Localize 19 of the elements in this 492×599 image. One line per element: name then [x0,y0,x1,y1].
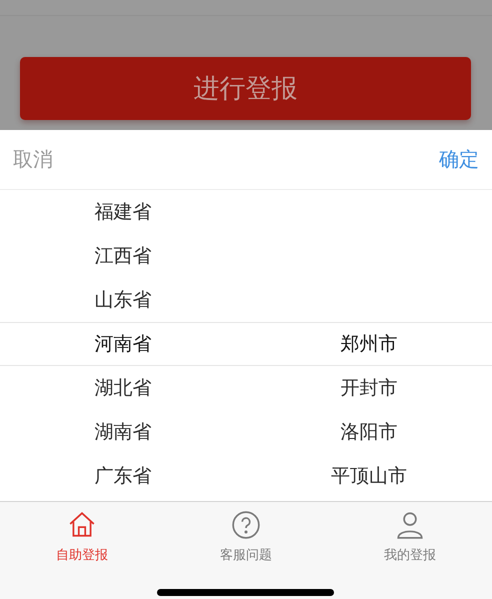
picker-option[interactable]: 郑州市 [340,331,398,357]
picker-option[interactable]: 湖北省 [94,375,152,401]
picker-option[interactable]: 河南省 [94,331,152,357]
person-icon [395,510,425,540]
tab-label: 客服问题 [220,547,272,564]
tab-label: 我的登报 [384,547,436,564]
picker-option[interactable]: 福建省 [94,199,152,225]
picker-option[interactable]: 广东省 [94,463,152,489]
question-icon [231,510,261,540]
picker-option[interactable]: 平顶山市 [331,463,407,489]
picker-option[interactable]: 开封市 [340,375,398,401]
tab-item[interactable]: 客服问题 [164,510,328,564]
picker-option[interactable]: 江西省 [94,243,152,269]
tab-label: 自助登报 [56,547,108,564]
tab-item[interactable]: 我的登报 [328,510,492,564]
picker-option[interactable]: 洛阳市 [340,419,398,445]
picker-option[interactable]: 湖南省 [94,419,152,445]
picker-option[interactable]: 山东省 [94,287,152,313]
tab-item[interactable]: 自助登报 [0,510,164,564]
